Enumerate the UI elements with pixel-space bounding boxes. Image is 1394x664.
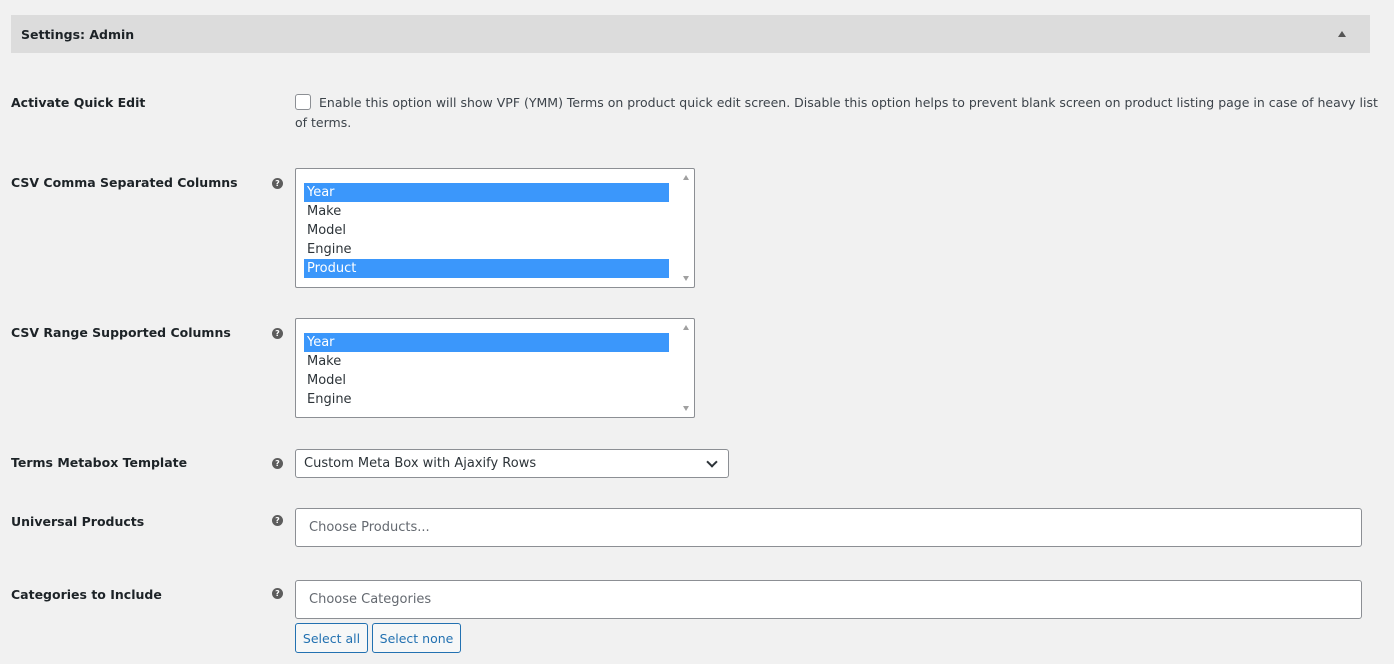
- settings-panel-header[interactable]: Settings: Admin: [11, 15, 1370, 53]
- listbox-option[interactable]: Year: [304, 333, 669, 352]
- collapse-toggle-icon[interactable]: [1338, 31, 1346, 37]
- help-icon[interactable]: ?: [272, 328, 283, 339]
- scroll-down-icon[interactable]: [683, 406, 689, 411]
- metabox-template-select[interactable]: Custom Meta Box with Ajaxify Rows: [295, 449, 729, 478]
- csv-comma-listbox[interactable]: Year Make Model Engine Product: [295, 168, 695, 288]
- input-placeholder: Choose Categories: [309, 592, 432, 607]
- universal-products-label: Universal Products: [11, 514, 145, 529]
- select-value: Custom Meta Box with Ajaxify Rows: [304, 456, 537, 471]
- help-icon[interactable]: ?: [272, 515, 283, 526]
- help-icon[interactable]: ?: [272, 178, 283, 189]
- select-all-button[interactable]: Select all: [295, 623, 368, 653]
- listbox-option[interactable]: Model: [304, 221, 669, 240]
- listbox-option[interactable]: Make: [304, 202, 669, 221]
- universal-products-input[interactable]: Choose Products...: [295, 508, 1362, 547]
- scroll-up-icon[interactable]: [683, 175, 689, 180]
- csv-range-listbox[interactable]: Year Make Model Engine: [295, 318, 695, 418]
- listbox-option[interactable]: Product: [304, 259, 669, 278]
- help-icon[interactable]: ?: [272, 588, 283, 599]
- categories-label: Categories to Include: [11, 587, 162, 602]
- select-none-button[interactable]: Select none: [372, 623, 461, 653]
- listbox-option[interactable]: Model: [304, 371, 669, 390]
- metabox-template-label: Terms Metabox Template: [11, 455, 188, 470]
- csv-comma-label: CSV Comma Separated Columns: [11, 175, 238, 190]
- listbox-option[interactable]: Year: [304, 183, 669, 202]
- quick-edit-checkbox[interactable]: [295, 94, 311, 110]
- listbox-option[interactable]: Engine: [304, 240, 669, 259]
- quick-edit-label: Activate Quick Edit: [11, 95, 146, 110]
- input-placeholder: Choose Products...: [309, 520, 430, 535]
- chevron-down-icon: [706, 455, 718, 468]
- csv-range-label: CSV Range Supported Columns: [11, 325, 231, 340]
- panel-title: Settings: Admin: [21, 26, 135, 42]
- scroll-down-icon[interactable]: [683, 276, 689, 281]
- listbox-option[interactable]: Engine: [304, 390, 669, 409]
- scroll-up-icon[interactable]: [683, 325, 689, 330]
- listbox-option[interactable]: Make: [304, 352, 669, 371]
- help-icon[interactable]: ?: [272, 458, 283, 469]
- quick-edit-description: Enable this option will show VPF (YMM) T…: [295, 95, 1378, 130]
- categories-input[interactable]: Choose Categories: [295, 580, 1362, 619]
